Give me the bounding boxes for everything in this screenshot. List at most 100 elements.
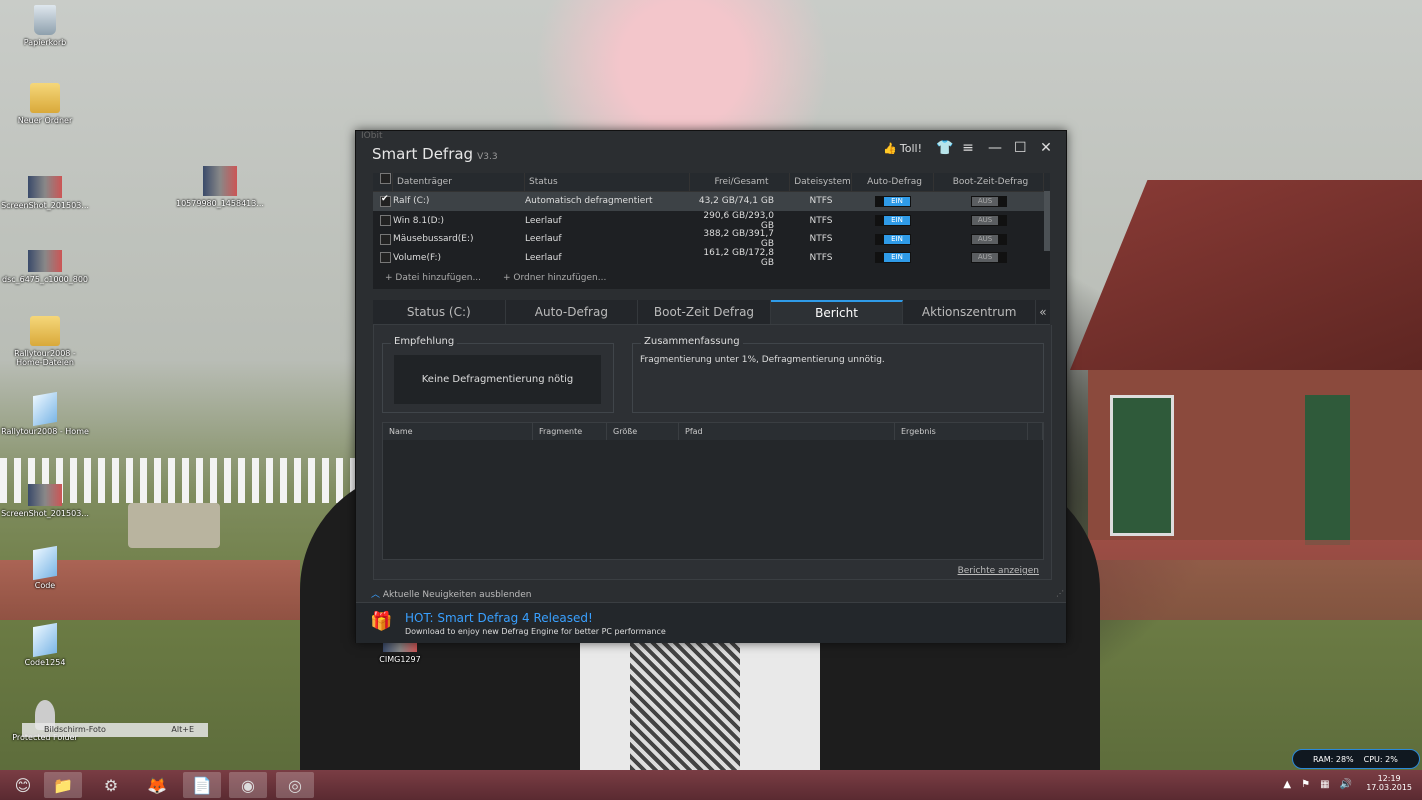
app-title-text: Smart Defrag [372, 145, 474, 163]
desktop-icon-code[interactable]: Code [0, 545, 90, 590]
boot-defrag-toggle[interactable]: AUS [971, 233, 1007, 245]
drive-filesystem: NTFS [809, 215, 833, 226]
brand-label: IObit [361, 131, 383, 141]
desktop-icon-rallytour-home[interactable]: Rallytour2008 - Home [0, 391, 90, 436]
column-fragments[interactable]: Fragmente [533, 423, 607, 440]
tab-boot-defrag[interactable]: Boot-Zeit Defrag [638, 300, 771, 324]
drive-filesystem: NTFS [809, 234, 833, 244]
news-title[interactable]: HOT: Smart Defrag 4 Released! [405, 611, 593, 625]
shirt-icon[interactable]: 👕 [936, 140, 953, 156]
clock[interactable]: 12:19 17.03.2015 [1366, 774, 1412, 792]
show-hidden-icons-icon[interactable]: ▲ [1283, 779, 1291, 790]
auto-defrag-toggle[interactable]: EIN [875, 233, 911, 245]
column-auto-defrag[interactable]: Auto-Defrag [852, 173, 934, 191]
system-monitor-gadget[interactable]: RAM: 28% CPU: 2% [1292, 749, 1420, 769]
summary-group: Zusammenfassung Fragmentierung unter 1%,… [632, 336, 1044, 413]
boot-defrag-toggle[interactable]: AUS [971, 195, 1007, 207]
desktop-icon-label: Code1254 [24, 658, 66, 667]
drive-name: Volume(F:) [393, 252, 442, 263]
file-explorer-icon[interactable]: 📁 [44, 772, 82, 798]
title-buttons: 👍 Toll! 👕 ≡ — ☐ ✕ [883, 140, 1052, 156]
volume-icon[interactable]: 🔊 [1340, 779, 1352, 790]
report-table-header: Name Fragmente Größe Pfad Ergebnis [383, 423, 1043, 440]
desktop-icon-new-folder[interactable]: Neuer Ordner [0, 83, 90, 125]
app-title: Smart Defrag V3.3 [372, 145, 498, 163]
add-file-link[interactable]: + Datei hinzufügen... [385, 273, 481, 283]
report-panel: Empfehlung Keine Defragmentierung nötig … [373, 325, 1052, 580]
auto-defrag-toggle[interactable]: EIN [875, 252, 911, 263]
column-drive[interactable]: Datenträger [393, 173, 525, 191]
news-toggle[interactable]: ︿ Aktuelle Neuigkeiten ausblenden [371, 587, 532, 600]
show-reports-link[interactable]: Berichte anzeigen [958, 566, 1039, 576]
column-status[interactable]: Status [525, 173, 690, 191]
menu-icon[interactable]: ≡ [962, 140, 974, 156]
column-filesystem[interactable]: Dateisystem [790, 173, 852, 191]
smiley-icon[interactable]: 😊 [4, 772, 42, 798]
firefox-icon[interactable]: 🦊 [138, 772, 176, 798]
column-result[interactable]: Ergebnis [895, 423, 1028, 440]
column-path[interactable]: Pfad [679, 423, 895, 440]
column-size[interactable]: Größe [607, 423, 679, 440]
desktop-icon-label: Code [34, 581, 56, 590]
drive-row[interactable]: Mäusebussard(E:) Leerlauf 388,2 GB/391,7… [373, 229, 1050, 249]
tab-auto-defrag[interactable]: Auto-Defrag [506, 300, 639, 324]
tab-status[interactable]: Status (C:) [373, 300, 506, 324]
drive-list-scrollbar[interactable] [1044, 191, 1050, 251]
close-icon[interactable]: ✕ [1040, 140, 1052, 156]
desktop-icon-label: 10579980_1458413... [176, 199, 264, 208]
smart-defrag-icon[interactable]: ◎ [276, 772, 314, 798]
ram-usage: RAM: 28% [1313, 755, 1354, 764]
column-boot-defrag[interactable]: Boot-Zeit-Defrag [934, 173, 1044, 191]
flag-icon[interactable]: ⚑ [1301, 779, 1310, 790]
drive-checkbox[interactable] [380, 194, 391, 207]
desktop-icon-label: ScreenShot_201503... [1, 201, 89, 210]
news-subtitle: Download to enjoy new Defrag Engine for … [405, 627, 666, 636]
drive-checkbox[interactable] [380, 252, 391, 263]
desktop-icon-rallytour-files[interactable]: Rallytour2008 - Home-Dateien [0, 316, 90, 367]
column-name[interactable]: Name [383, 423, 533, 440]
desktop-icon-label: Papierkorb [23, 38, 67, 47]
media-app-icon[interactable]: ⚙ [92, 772, 130, 798]
tab-action-center[interactable]: Aktionszentrum [903, 300, 1036, 324]
desktop-icon-screenshot-2[interactable]: ScreenShot_201503... [0, 478, 90, 518]
boot-defrag-toggle[interactable]: AUS [971, 215, 1007, 226]
drive-row[interactable]: Ralf (C:) Automatisch defragmentiert 43,… [373, 192, 1050, 211]
add-items-row: + Datei hinzufügen... + Ordner hinzufüge… [373, 266, 1050, 290]
tab-report[interactable]: Bericht [770, 300, 904, 324]
like-button[interactable]: 👍 Toll! [883, 142, 922, 155]
select-all-checkbox[interactable] [373, 173, 393, 191]
image-thumbnail-icon [28, 176, 62, 198]
text-editor-icon[interactable]: 📄 [183, 772, 221, 798]
add-folder-link[interactable]: + Ordner hinzufügen... [503, 273, 606, 283]
cpu-usage: CPU: 2% [1363, 755, 1398, 764]
collapse-tabs-icon[interactable]: « [1036, 300, 1050, 324]
drive-name: Mäusebussard(E:) [393, 234, 474, 244]
drive-space: 290,6 GB/293,0 GB [703, 210, 774, 231]
folder-icon [30, 83, 60, 113]
desktop-icon-label: Neuer Ordner [17, 116, 73, 125]
resize-grip-icon[interactable]: ⋰ [1056, 589, 1064, 598]
column-space[interactable]: Frei/Gesamt [690, 173, 790, 191]
desktop-icon-screenshot-1[interactable]: ScreenShot_201503... [0, 170, 90, 210]
network-icon[interactable]: ▦ [1320, 779, 1329, 790]
drive-checkbox[interactable] [380, 215, 391, 226]
desktop-icon-recycle-bin[interactable]: Papierkorb [0, 5, 90, 47]
drive-list-header: Datenträger Status Frei/Gesamt Dateisyst… [373, 173, 1050, 192]
maximize-icon[interactable]: ☐ [1014, 140, 1027, 156]
minimize-icon[interactable]: — [988, 140, 1002, 156]
auto-defrag-toggle[interactable]: EIN [875, 215, 911, 226]
drive-space: 43,2 GB/74,1 GB [698, 196, 774, 207]
auto-defrag-toggle[interactable]: EIN [875, 195, 911, 207]
drive-checkbox[interactable] [380, 233, 391, 245]
drive-filesystem: NTFS [809, 196, 833, 207]
drive-row[interactable]: Win 8.1(D:) Leerlauf 290,6 GB/293,0 GB N… [373, 210, 1050, 231]
drive-row[interactable]: Volume(F:) Leerlauf 161,2 GB/172,8 GB NT… [373, 248, 1050, 268]
tooltip-label: Bildschirm-Foto [44, 725, 106, 734]
report-table: Name Fragmente Größe Pfad Ergebnis [382, 422, 1044, 560]
desktop-icon-dsc[interactable]: dsc_6475_c1000_800 [0, 244, 90, 284]
nvu-icon[interactable]: ◉ [229, 772, 267, 798]
news-banner[interactable]: 🎁 HOT: Smart Defrag 4 Released! Download… [356, 602, 1066, 643]
desktop-icon-code1254[interactable]: Code1254 [0, 622, 90, 667]
desktop-icon-photo[interactable]: 10579980_1458413... [175, 160, 265, 208]
boot-defrag-toggle[interactable]: AUS [971, 252, 1007, 263]
